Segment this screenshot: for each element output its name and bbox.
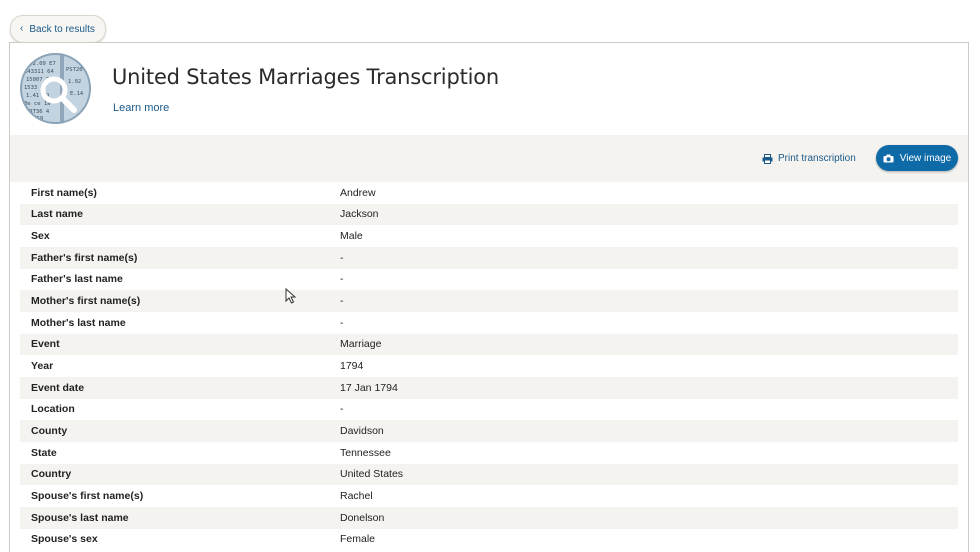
field-row: Mother's last name -	[20, 312, 958, 334]
field-label: Country	[31, 468, 72, 481]
svg-text:PST20: PST20	[66, 67, 83, 73]
field-row: Location -	[20, 399, 958, 421]
field-row: Last name Jackson	[20, 203, 958, 226]
field-value: Rachel	[340, 490, 373, 503]
field-row: Year 1794	[20, 355, 958, 377]
field-row: Event date 17 Jan 1794	[20, 376, 958, 399]
field-row: Spouse's sex Female	[20, 529, 958, 551]
field-value: Tennessee	[340, 446, 391, 459]
field-value: -	[340, 403, 344, 416]
view-image-label: View image	[899, 152, 952, 164]
back-to-results-button[interactable]: ‹ Back to results	[10, 15, 106, 43]
svg-text:143311 64: 143311 64	[24, 69, 54, 75]
field-label: County	[31, 425, 68, 438]
field-label: First name(s)	[31, 186, 97, 199]
field-row: Event Marriage	[20, 333, 958, 356]
field-value: Andrew	[340, 186, 376, 199]
field-label: Event date	[31, 381, 85, 394]
field-label: Location	[31, 403, 75, 416]
field-value: Male	[340, 230, 363, 243]
svg-text:1.02: 1.02	[68, 79, 81, 85]
field-value: 17 Jan 1794	[340, 381, 398, 394]
chevron-left-icon: ‹	[20, 23, 24, 34]
printer-icon	[762, 153, 773, 164]
field-row: Country United States	[20, 463, 958, 486]
field-value: -	[340, 273, 344, 286]
page-title: United States Marriages Transcription	[112, 65, 499, 89]
field-value: Jackson	[340, 208, 379, 221]
field-row: Father's last name -	[20, 269, 958, 291]
field-value: 1794	[340, 360, 364, 373]
field-row: Spouse's last name Donelson	[20, 506, 958, 529]
learn-more-link[interactable]: Learn more	[113, 102, 169, 114]
field-label: Spouse's sex	[31, 533, 98, 546]
record-toolbar: Print transcription View image	[10, 135, 968, 182]
svg-text:E.14: E.14	[70, 91, 84, 97]
field-row: State Tennessee	[20, 442, 958, 464]
record-header: 192.09 E7 143311 64 15007 38 1533 07 1.4…	[10, 43, 968, 135]
record-card: 192.09 E7 143311 64 15007 38 1533 07 1.4…	[9, 42, 969, 552]
camera-icon	[883, 154, 894, 162]
transcription-table: First name(s) Andrew Last name Jackson Sex Ma…	[20, 182, 958, 550]
field-label: Spouse's first name(s)	[31, 490, 144, 503]
field-value: Donelson	[340, 511, 385, 524]
print-transcription-button[interactable]: Print transcription	[762, 153, 856, 164]
view-image-button[interactable]: View image	[876, 145, 958, 171]
field-value: Davidson	[340, 425, 384, 438]
field-row: Sex Male	[20, 225, 958, 247]
field-label: Sex	[31, 230, 50, 243]
print-transcription-label: Print transcription	[778, 153, 856, 164]
field-value: -	[340, 251, 344, 264]
field-label: Father's last name	[31, 273, 123, 286]
back-to-results-label: Back to results	[29, 23, 95, 35]
field-row: Mother's first name(s) -	[20, 290, 958, 312]
svg-text:3e ce 1a: 3e ce 1a	[24, 101, 51, 107]
field-label: Spouse's last name	[31, 511, 129, 524]
field-value: United States	[340, 468, 404, 481]
field-row: County Davidson	[20, 420, 958, 442]
field-label: Father's first name(s)	[31, 251, 138, 264]
field-row: Father's first name(s) -	[20, 246, 958, 269]
field-label: Last name	[31, 208, 83, 221]
field-value: -	[340, 316, 344, 329]
field-label: Event	[31, 338, 60, 351]
field-label: State	[31, 446, 57, 459]
field-row: First name(s) Andrew	[20, 182, 958, 204]
field-row: Spouse's first name(s) Rachel	[20, 485, 958, 507]
record-collection-icon: 192.09 E7 143311 64 15007 38 1533 07 1.4…	[20, 53, 91, 124]
field-label: Year	[31, 360, 54, 373]
mouse-cursor-icon	[285, 288, 297, 304]
field-value: Female	[340, 533, 376, 546]
field-value: -	[340, 295, 344, 308]
field-label: Mother's last name	[31, 316, 126, 329]
field-value: Marriage	[340, 338, 382, 351]
